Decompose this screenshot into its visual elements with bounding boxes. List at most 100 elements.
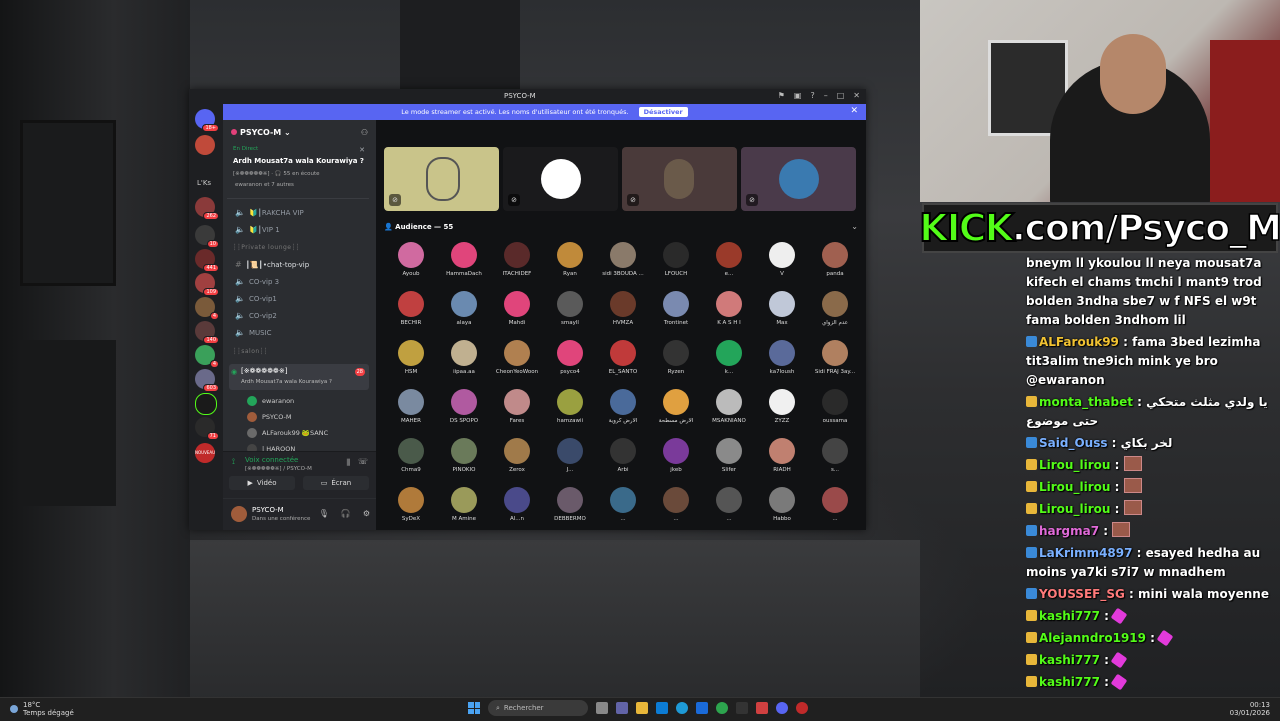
audience-member[interactable]: ITACHIDEF — [492, 242, 542, 277]
headphones-icon[interactable]: 🎧 — [341, 509, 351, 518]
audience-member[interactable]: Al...n — [492, 487, 542, 522]
audience-member[interactable]: Mahdi — [492, 291, 542, 326]
invite-icon[interactable]: ⚇ — [361, 128, 368, 137]
chat-username[interactable]: kashi777 — [1039, 675, 1100, 689]
video-button[interactable]: ▶ Vidéo — [229, 476, 295, 490]
audience-member[interactable]: Sidi FRAJ 3ay... — [810, 340, 860, 375]
audience-member[interactable]: Fares — [492, 389, 542, 424]
server-icon[interactable]: 109 — [195, 273, 219, 296]
app-icon[interactable] — [796, 702, 808, 714]
store-icon[interactable] — [656, 702, 668, 714]
channel-rakcha-vip[interactable]: 🔈 🔰┃RAKCHA VIP — [235, 208, 304, 217]
file-explorer-icon[interactable] — [636, 702, 648, 714]
system-clock[interactable]: 00:13 03/01/2026 — [1230, 701, 1270, 717]
audience-member[interactable]: smayll — [545, 291, 595, 326]
audience-member[interactable]: K A S H I — [704, 291, 754, 326]
audience-member[interactable]: Ryzen — [651, 340, 701, 375]
search-box[interactable]: ⌕ Rechercher — [488, 700, 588, 716]
audience-member[interactable]: الأرض مسطحة — [651, 389, 701, 424]
server-icon[interactable]: 441 — [195, 249, 219, 272]
audience-member[interactable]: iipaa.aa — [439, 340, 489, 375]
chat-username[interactable]: kashi777 — [1039, 653, 1100, 667]
audience-member[interactable]: CheonYeoWoon — [492, 340, 542, 375]
speaker-tile[interactable]: ⊘ — [503, 147, 618, 211]
chat-username[interactable]: Lirou_lirou — [1039, 502, 1110, 516]
help-icon[interactable]: ? — [810, 91, 814, 100]
screen-icon[interactable]: ▣ — [794, 91, 802, 100]
audience-member[interactable]: الأرض كروية — [598, 389, 648, 424]
speaker-tile[interactable]: ⊘ — [622, 147, 737, 211]
audience-member[interactable]: MAHER — [386, 389, 436, 424]
member-item[interactable]: ALFarouk99 🐸SANC — [247, 428, 328, 438]
disable-streamer-button[interactable]: Désactiver — [638, 107, 688, 117]
audience-member[interactable]: HVMZA — [598, 291, 648, 326]
server-icon[interactable]: 4 — [195, 297, 219, 320]
audience-member[interactable]: Slifer — [704, 438, 754, 473]
audience-member[interactable]: Habbo — [757, 487, 807, 522]
audience-member[interactable]: MSAKNIANO — [704, 389, 754, 424]
audience-member[interactable]: M Amine — [439, 487, 489, 522]
audience-member[interactable]: s... — [810, 438, 860, 473]
avatar[interactable] — [231, 506, 247, 522]
chat-username[interactable]: Lirou_lirou — [1039, 480, 1110, 494]
server-icon[interactable]: 140 — [195, 321, 219, 344]
close-banner-icon[interactable]: ✕ — [850, 106, 858, 116]
channel-music[interactable]: 🔈 MUSIC — [235, 328, 272, 337]
chat-username[interactable]: Lirou_lirou — [1039, 458, 1110, 472]
audience-member[interactable]: jkeb — [651, 438, 701, 473]
chat-username[interactable]: hargma7 — [1039, 524, 1099, 538]
gear-icon[interactable]: ⚙ — [363, 509, 370, 518]
channel-co-vip1[interactable]: 🔈 CO-vip1 — [235, 294, 277, 303]
audience-member[interactable]: J... — [545, 438, 595, 473]
obs-icon[interactable] — [736, 702, 748, 714]
start-button[interactable] — [468, 702, 480, 714]
audience-member[interactable]: LFOUCH — [651, 242, 701, 277]
audience-member[interactable]: عدم الزواي — [810, 291, 860, 326]
category-salon[interactable]: ┊┊salon┊┊ — [233, 348, 268, 355]
server-home[interactable]: 18+ — [195, 109, 219, 132]
mic-icon[interactable]: 🎙 — [319, 509, 329, 518]
audience-member[interactable]: ZYZZ — [757, 389, 807, 424]
speaker-tile[interactable]: ⊘ — [384, 147, 499, 211]
discord-icon[interactable] — [776, 702, 788, 714]
live-event-card[interactable]: En Direct ✕ Ardh Mousat7a wala Kourawiya… — [227, 144, 369, 199]
audience-member[interactable]: oussama — [810, 389, 860, 424]
channel-vip-1[interactable]: 🔈 🔰┃VIP 1 — [235, 225, 280, 234]
channel-co-vip-3[interactable]: 🔈 CO-vip 3 — [235, 277, 279, 286]
speaker-tile[interactable]: ⊘ — [741, 147, 856, 211]
audience-member[interactable]: ... — [651, 487, 701, 522]
audience-member[interactable]: DS SPOPO — [439, 389, 489, 424]
audience-member[interactable]: k... — [704, 340, 754, 375]
server-icon[interactable]: 262 — [195, 197, 219, 220]
audience-member[interactable]: BECHIR — [386, 291, 436, 326]
task-view-icon[interactable] — [596, 702, 608, 714]
server-name[interactable]: PSYCO-M ⌄ — [231, 128, 291, 137]
close-button[interactable]: ✕ — [853, 91, 860, 100]
chevron-down-icon[interactable]: ⌄ — [851, 222, 858, 231]
teams-icon[interactable] — [616, 702, 628, 714]
audience-member[interactable]: sidi 3BOUDA ... — [598, 242, 648, 277]
audience-member[interactable]: hamzawii — [545, 389, 595, 424]
soundboard-icon[interactable]: ⫼ — [346, 458, 350, 468]
audience-member[interactable]: Ayoub — [386, 242, 436, 277]
active-stage-channel[interactable]: ◉ [※❁❁❁❁❁※] Ardh Mousat7a wala Kourawiya… — [229, 364, 369, 390]
channel-co-vip2[interactable]: 🔈 CO-vip2 — [235, 311, 277, 320]
member-item[interactable]: ewaranon — [247, 396, 294, 406]
audience-member[interactable]: e... — [704, 242, 754, 277]
audience-member[interactable]: Trontinet — [651, 291, 701, 326]
new-server-icon[interactable]: NOUVEAU — [195, 443, 215, 463]
audience-member[interactable]: ... — [810, 487, 860, 522]
audience-member[interactable]: alaya — [439, 291, 489, 326]
member-item[interactable]: PSYCO-M — [247, 412, 291, 422]
chat-username[interactable]: Said_Ouss — [1039, 436, 1107, 450]
audience-member[interactable]: Arbi — [598, 438, 648, 473]
server-icon[interactable]: 71 — [195, 417, 219, 440]
audience-header[interactable]: 👤 Audience — 55 — [384, 223, 453, 231]
maximize-button[interactable]: □ — [837, 91, 845, 100]
weather-widget[interactable]: 18°C Temps dégagé — [10, 701, 74, 717]
inbox-icon[interactable]: ⚑ — [778, 91, 785, 100]
audience-member[interactable]: SyDeX — [386, 487, 436, 522]
audience-member[interactable]: HammaDach — [439, 242, 489, 277]
audience-member[interactable]: ... — [598, 487, 648, 522]
chat-username[interactable]: kashi777 — [1039, 609, 1100, 623]
